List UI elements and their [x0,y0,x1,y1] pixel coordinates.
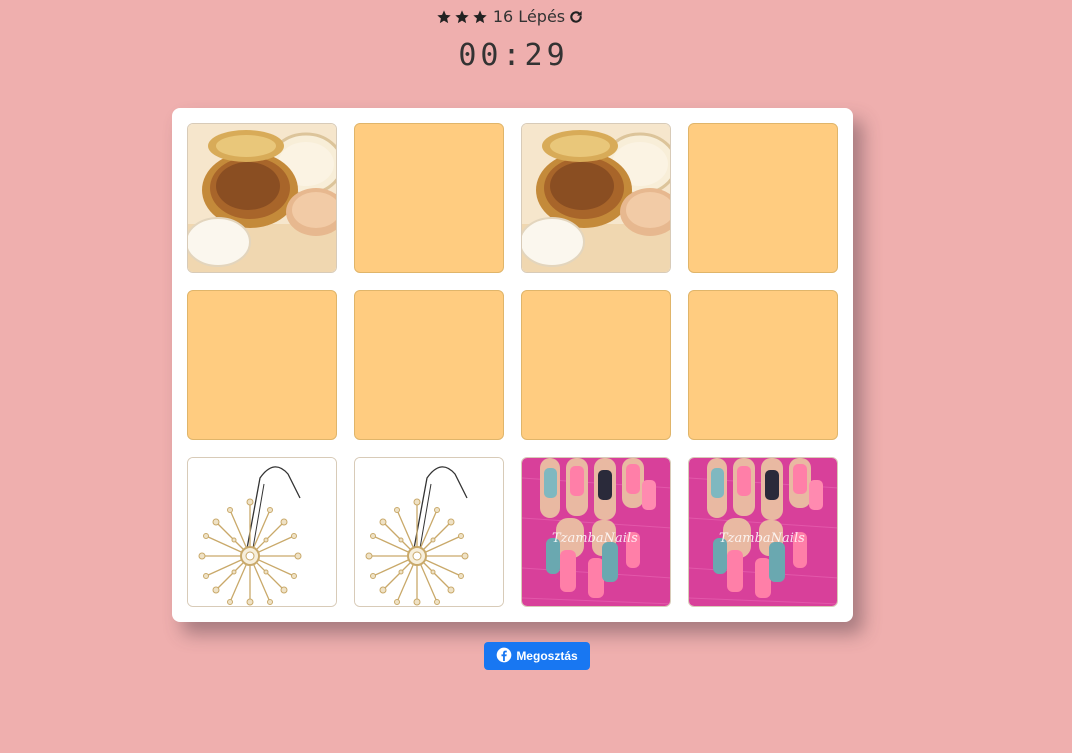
card-open[interactable] [521,123,671,273]
card-open[interactable] [187,123,337,273]
compact-powder-image [522,124,670,272]
card-closed[interactable] [187,290,337,440]
star-icon [472,9,488,25]
card-open[interactable] [187,457,337,607]
starburst-pendant-image [188,458,336,606]
compact-powder-image [188,124,336,272]
card-open[interactable]: TzambaNails [688,457,838,607]
starburst-pendant-image [355,458,503,606]
svg-text:TzambaNails: TzambaNails [719,531,805,546]
pink-nails-image: TzambaNails [522,458,670,606]
timer: 00:29 [458,38,569,73]
card-closed[interactable] [688,123,838,273]
star-rating [436,9,488,25]
svg-text:TzambaNails: TzambaNails [552,531,638,546]
share-label: Megosztás [516,649,578,663]
star-icon [454,9,470,25]
facebook-icon [496,647,512,666]
star-icon [436,9,452,25]
pink-nails-image: TzambaNails [689,458,837,606]
card-open[interactable] [354,457,504,607]
share-button[interactable]: Megosztás [484,642,590,670]
refresh-icon[interactable] [568,9,584,25]
moves-counter: 16 Lépés [492,7,566,26]
card-closed[interactable] [688,290,838,440]
card-deck: TzambaNails TzambaNails [172,108,853,622]
card-closed[interactable] [354,290,504,440]
card-closed[interactable] [521,290,671,440]
card-open[interactable]: TzambaNails [521,457,671,607]
card-closed[interactable] [354,123,504,273]
score-panel: 16 Lépés [0,7,1020,26]
